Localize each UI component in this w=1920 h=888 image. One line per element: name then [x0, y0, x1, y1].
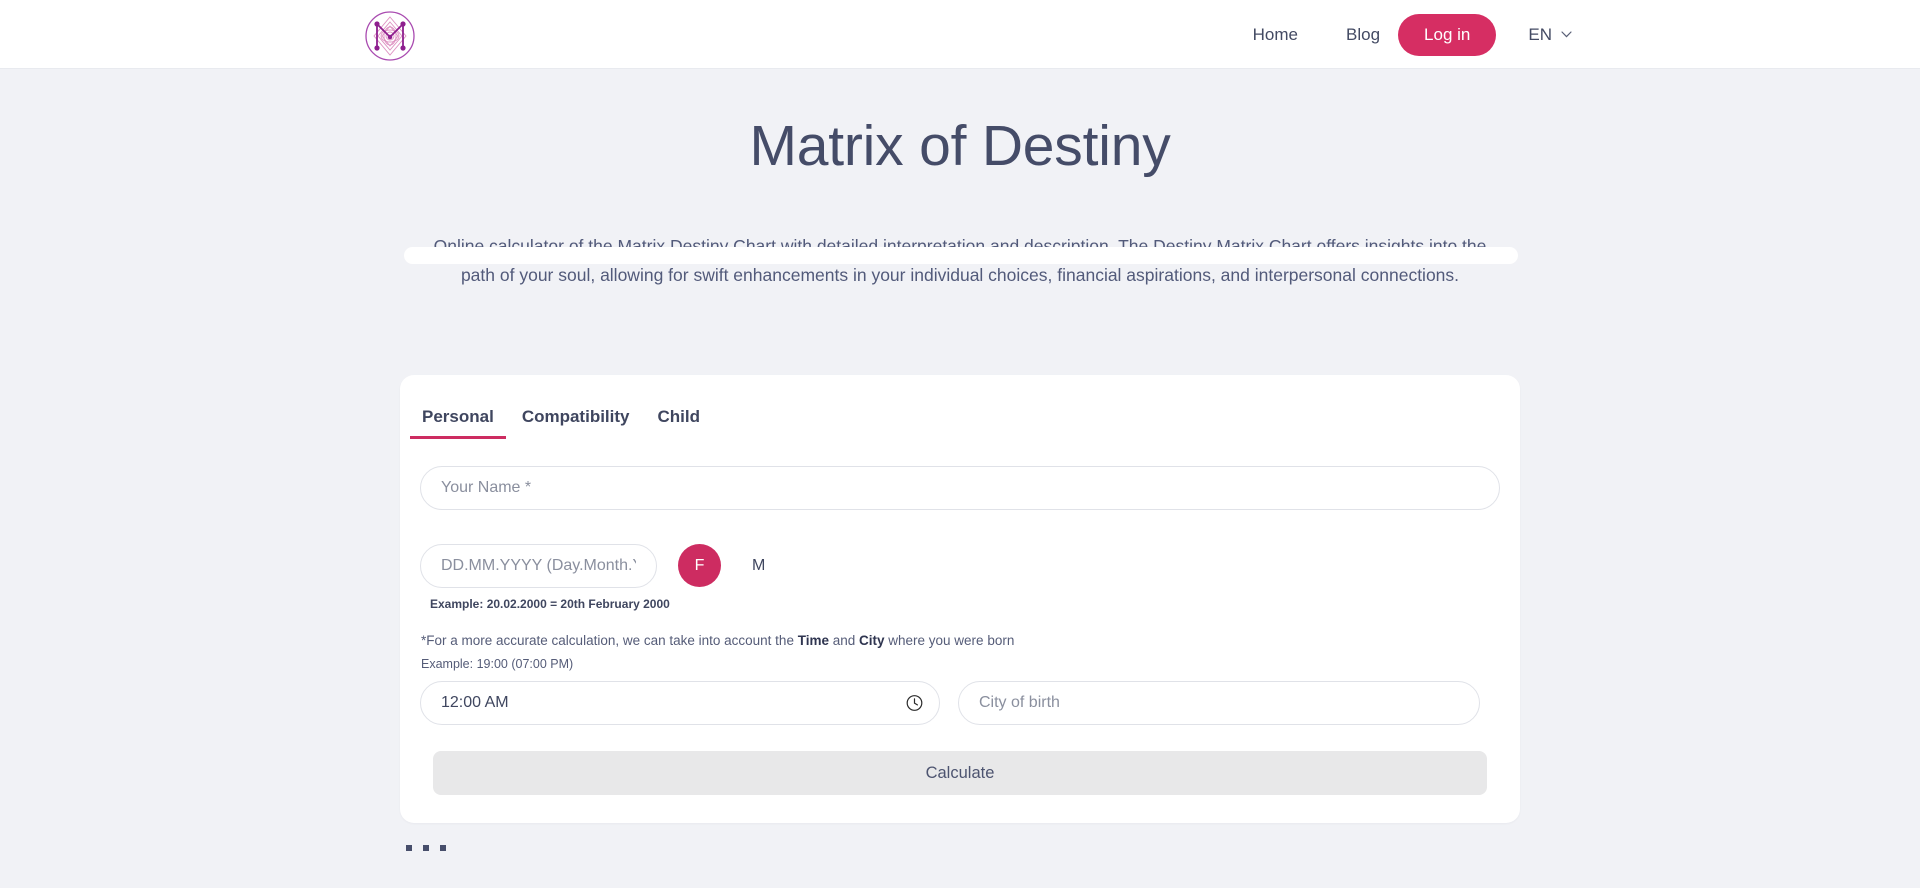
page-title: Matrix of Destiny [749, 114, 1171, 178]
decorative-strip [404, 247, 1518, 264]
note-city-label: City [859, 633, 885, 648]
accuracy-note: *For a more accurate calculation, we can… [420, 633, 1500, 648]
calculate-button[interactable]: Calculate [433, 751, 1487, 795]
time-city-row [420, 681, 1500, 725]
loading-dots [406, 845, 446, 851]
nav-item-home[interactable]: Home [1243, 19, 1308, 51]
city-input[interactable] [958, 681, 1480, 725]
note-suffix: where you were born [884, 633, 1015, 648]
language-label: EN [1528, 24, 1552, 44]
loading-dot [406, 845, 412, 851]
gender-male-button[interactable]: M [752, 557, 765, 575]
hero-section: Matrix of Destiny Online calculator of t… [0, 69, 1920, 290]
gender-selector: F M [678, 544, 765, 587]
dob-row: Example: 20.02.2000 = 20th February 2000… [420, 544, 1500, 611]
loading-dot [440, 845, 446, 851]
login-button[interactable]: Log in [1398, 13, 1497, 56]
tab-compatibility[interactable]: Compatibility [510, 403, 642, 439]
note-prefix: *For a more accurate calculation, we can… [421, 633, 798, 648]
name-row [420, 466, 1500, 510]
note-mid: and [828, 633, 859, 648]
birthdate-input[interactable] [420, 544, 657, 588]
site-logo[interactable] [364, 10, 416, 62]
nav-item-blog[interactable]: Blog [1336, 19, 1390, 51]
time-field-wrap [420, 681, 940, 725]
time-example: Example: 19:00 (07:00 PM) [421, 657, 574, 671]
calculator-form: Example: 20.02.2000 = 20th February 2000… [400, 466, 1520, 795]
gender-female-button[interactable]: F [678, 544, 721, 587]
site-header: Home Blog Log in EN [0, 0, 1920, 69]
calculator-card: Personal Compatibility Child Example: 20… [400, 375, 1520, 823]
birthdate-hint: Example: 20.02.2000 = 20th February 2000 [430, 597, 670, 611]
language-selector[interactable]: EN [1528, 25, 1572, 45]
note-time-label: Time [797, 633, 829, 648]
main-nav: Home Blog Log in EN [1243, 0, 1920, 69]
loading-dot [423, 845, 429, 851]
tab-personal[interactable]: Personal [410, 403, 506, 439]
birthtime-input[interactable] [420, 681, 940, 725]
tab-child[interactable]: Child [645, 403, 712, 439]
chevron-down-icon [1561, 31, 1572, 38]
calculator-tabs: Personal Compatibility Child [400, 375, 1520, 439]
dob-column: Example: 20.02.2000 = 20th February 2000 [420, 544, 670, 611]
name-input[interactable] [420, 466, 1500, 510]
